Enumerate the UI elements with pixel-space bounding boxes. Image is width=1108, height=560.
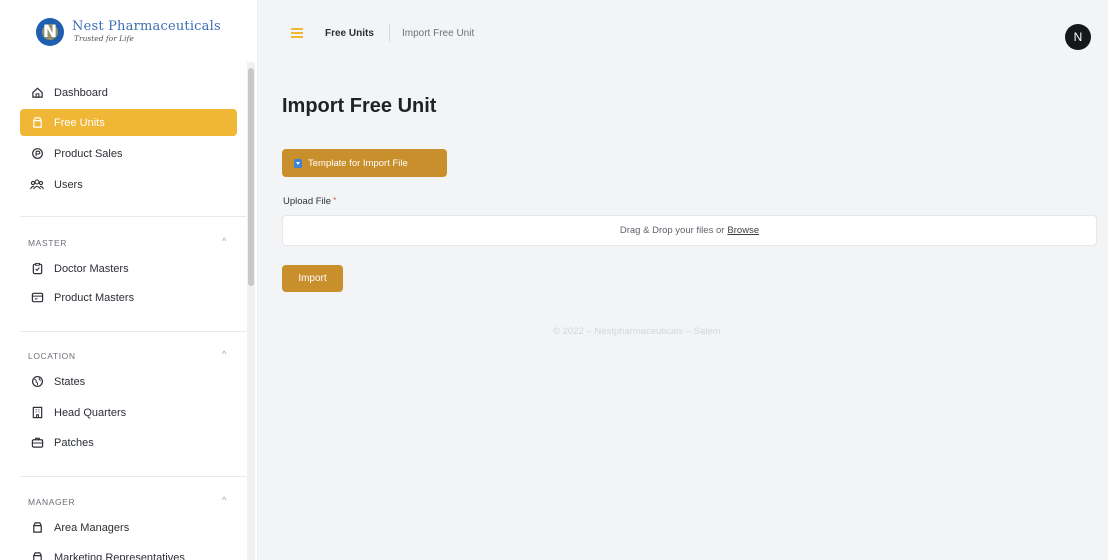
building-icon: [30, 406, 44, 420]
footer-text: © 2022 – Nestpharmaceuticals – Salem: [553, 326, 721, 337]
home-icon: [30, 86, 44, 100]
sidebar-item-doctor-masters[interactable]: Doctor Masters: [20, 255, 237, 282]
chevron-up-icon[interactable]: ^: [222, 236, 226, 246]
sidebar-item-label: Head Quarters: [54, 406, 127, 419]
sidebar-divider: [20, 476, 246, 477]
sidebar: N Nest Pharmaceuticals Trusted for Life …: [0, 0, 258, 560]
globe-icon: [30, 375, 44, 389]
section-label-manager: MANAGER: [28, 497, 76, 507]
logo-icon: N: [36, 18, 64, 46]
dropzone-text: Drag & Drop your files or: [619, 225, 725, 236]
chevron-up-icon[interactable]: ^: [222, 495, 226, 505]
sidebar-item-users[interactable]: Users: [20, 171, 237, 198]
brand-name: Nest Pharmaceuticals: [72, 19, 221, 34]
sidebar-item-head-quarters[interactable]: Head Quarters: [20, 399, 237, 426]
sidebar-item-label: Product Masters: [54, 291, 135, 304]
sidebar-item-marketing-representatives[interactable]: Marketing Representatives: [20, 544, 237, 560]
sales-icon: [30, 147, 44, 161]
top-bar: Free Units Import Free Unit N: [259, 10, 1108, 58]
sidebar-item-label: Marketing Representatives: [54, 551, 185, 560]
sidebar-item-patches[interactable]: Patches: [20, 429, 237, 456]
box-icon: [30, 116, 44, 130]
brand-logo[interactable]: N Nest Pharmaceuticals Trusted for Life: [36, 18, 221, 46]
download-icon: [294, 158, 302, 168]
briefcase-icon: [30, 436, 44, 450]
product-icon: [30, 291, 44, 305]
clipboard-icon: [30, 262, 44, 276]
box-icon: [30, 551, 44, 560]
scrollbar-thumb[interactable]: [248, 68, 254, 286]
brand-tagline: Trusted for Life: [74, 34, 134, 43]
import-button[interactable]: Import: [282, 265, 343, 292]
breadcrumb-parent[interactable]: Free Units: [325, 28, 374, 39]
file-dropzone[interactable]: Drag & Drop your files or Browse: [282, 215, 1097, 246]
sidebar-scrollbar[interactable]: [247, 62, 255, 560]
box-icon: [30, 521, 44, 535]
page-title: Import Free Unit: [282, 95, 437, 117]
hamburger-menu-icon[interactable]: [291, 28, 303, 38]
browse-link[interactable]: Browse: [727, 225, 759, 236]
sidebar-item-label: Free Units: [54, 116, 105, 129]
sidebar-item-label: Dashboard: [54, 86, 108, 99]
upload-file-label: Upload File *: [283, 196, 337, 207]
required-marker: *: [333, 196, 337, 205]
chevron-up-icon[interactable]: ^: [222, 349, 226, 359]
sidebar-item-product-sales[interactable]: Product Sales: [20, 140, 237, 167]
template-button-label: Template for Import File: [308, 157, 408, 169]
section-label-location: LOCATION: [28, 351, 76, 361]
sidebar-divider: [20, 216, 246, 217]
sidebar-divider: [20, 331, 246, 332]
template-download-button[interactable]: Template for Import File: [282, 149, 447, 177]
sidebar-item-states[interactable]: States: [20, 368, 237, 395]
sidebar-item-label: Patches: [54, 436, 94, 449]
sidebar-item-free-units[interactable]: Free Units: [20, 109, 237, 136]
avatar[interactable]: N: [1065, 24, 1091, 50]
sidebar-item-label: Product Sales: [54, 147, 123, 160]
breadcrumb-separator: [389, 24, 390, 42]
sidebar-item-label: Users: [54, 178, 83, 191]
sidebar-item-product-masters[interactable]: Product Masters: [20, 284, 237, 311]
sidebar-item-label: Area Managers: [54, 521, 130, 534]
users-icon: [30, 178, 44, 192]
sidebar-item-dashboard[interactable]: Dashboard: [20, 79, 237, 106]
sidebar-item-area-managers[interactable]: Area Managers: [20, 514, 237, 541]
breadcrumb-current: Import Free Unit: [402, 28, 475, 39]
sidebar-item-label: States: [54, 375, 86, 388]
sidebar-item-label: Doctor Masters: [54, 262, 129, 275]
section-label-master: MASTER: [28, 238, 68, 248]
